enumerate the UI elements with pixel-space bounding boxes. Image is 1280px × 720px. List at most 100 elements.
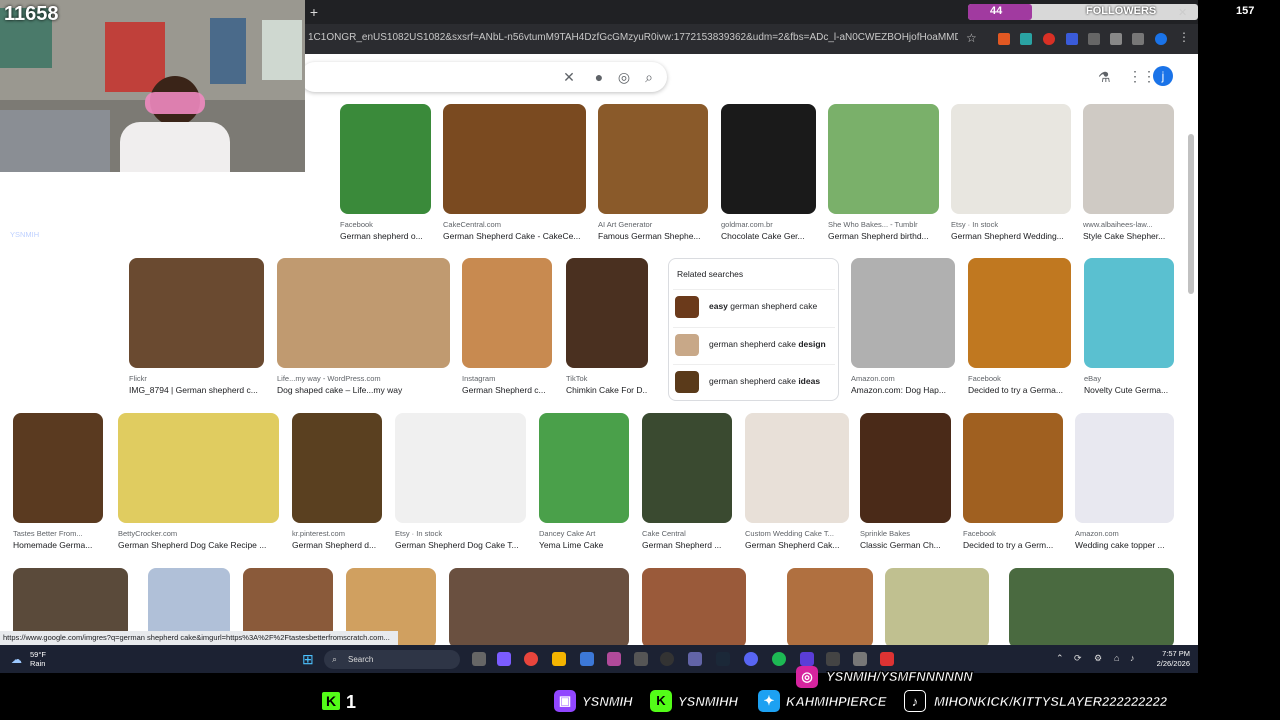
image-result[interactable]: Flickr IMG_8794 | German shepherd c... [129, 258, 264, 398]
extension-icon[interactable] [1088, 33, 1100, 45]
image-thumbnail[interactable] [787, 568, 873, 645]
image-source[interactable]: Etsy · In stock [395, 529, 526, 538]
image-caption[interactable]: Yema Lime Cake [539, 540, 629, 550]
discord-icon[interactable] [744, 652, 758, 666]
chevron-up-icon[interactable]: ⌃ [1056, 653, 1064, 664]
image-source[interactable]: Facebook [963, 529, 1063, 538]
apps-grid-icon[interactable]: ⋮⋮ [1128, 68, 1156, 85]
image-source[interactable]: Life...my way - WordPress.com [277, 374, 450, 383]
image-source[interactable]: Facebook [340, 220, 431, 229]
image-thumbnail[interactable] [13, 413, 103, 523]
store-icon[interactable] [580, 652, 594, 666]
image-thumbnail[interactable] [642, 568, 746, 645]
image-thumbnail[interactable] [968, 258, 1071, 368]
image-source[interactable]: Dancey Cake Art [539, 529, 629, 538]
image-caption[interactable]: Decided to try a Germa... [968, 385, 1071, 395]
new-tab-button[interactable]: + [307, 5, 321, 19]
image-result[interactable]: goldmar.com.br Chocolate Cake Ger... [721, 104, 816, 244]
image-caption[interactable]: Amazon.com: Dog Hap... [851, 385, 955, 395]
image-result[interactable]: Facebook German shepherd o... [340, 104, 431, 244]
mic-icon[interactable]: ● [590, 68, 608, 86]
image-caption[interactable]: Homemade Germa... [13, 540, 103, 550]
image-caption[interactable]: German Shepherd birthd... [828, 231, 939, 241]
extension-icon[interactable] [998, 33, 1010, 45]
image-thumbnail[interactable] [951, 104, 1071, 214]
task-view-icon[interactable] [472, 652, 486, 666]
image-result[interactable]: Custom Wedding Cake T... German Shepherd … [745, 413, 849, 553]
image-caption[interactable]: German Shepherd Wedding... [951, 231, 1071, 241]
app-icon[interactable] [880, 652, 894, 666]
image-thumbnail[interactable] [462, 258, 552, 368]
star-icon[interactable]: ☆ [966, 31, 977, 45]
clock[interactable]: 7:57 PM 2/26/2026 [1150, 649, 1190, 669]
scrollbar[interactable] [1188, 134, 1194, 294]
image-thumbnail[interactable] [566, 258, 648, 368]
image-result[interactable]: BettyCrocker.com German Shepherd Dog Cake… [118, 413, 279, 553]
sidebar-icon[interactable] [1132, 33, 1144, 45]
image-result[interactable]: Amazon.com Wedding cake topper ... [1075, 413, 1174, 553]
app-icon[interactable] [800, 652, 814, 666]
image-result[interactable] [885, 568, 989, 645]
chrome-icon[interactable] [524, 652, 538, 666]
image-source[interactable]: Amazon.com [1075, 529, 1174, 538]
image-result[interactable]: www.albaihees-law... Style Cake Shepher..… [1083, 104, 1174, 244]
image-thumbnail[interactable] [721, 104, 816, 214]
image-thumbnail[interactable] [642, 413, 732, 523]
image-caption[interactable]: German Shepherd d... [292, 540, 382, 550]
image-caption[interactable]: German shepherd o... [340, 231, 431, 241]
image-source[interactable]: Etsy · In stock [951, 220, 1071, 229]
search-icon[interactable]: ⌕ [640, 68, 658, 86]
extension-icon[interactable] [1020, 33, 1032, 45]
account-avatar[interactable]: j [1153, 66, 1173, 86]
image-caption[interactable]: Decided to try a Germ... [963, 540, 1063, 550]
image-thumbnail[interactable] [745, 413, 849, 523]
image-result[interactable] [787, 568, 873, 645]
image-thumbnail[interactable] [443, 104, 586, 214]
image-thumbnail[interactable] [395, 413, 526, 523]
image-thumbnail[interactable] [963, 413, 1063, 523]
image-source[interactable]: Flickr [129, 374, 264, 383]
close-icon[interactable]: ✕ [1178, 6, 1187, 19]
copilot-icon[interactable] [497, 652, 511, 666]
image-source[interactable]: AI Art Generator [598, 220, 708, 229]
profile-icon[interactable] [1155, 33, 1167, 45]
image-thumbnail[interactable] [449, 568, 629, 645]
image-caption[interactable]: Chimkin Cake For D... [566, 385, 648, 395]
image-source[interactable]: Tastes Better From... [13, 529, 103, 538]
image-caption[interactable]: Classic German Ch... [860, 540, 951, 550]
image-result[interactable]: Etsy · In stock German Shepherd Dog Cake … [395, 413, 526, 553]
labs-icon[interactable]: ⚗ [1098, 69, 1111, 86]
image-thumbnail[interactable] [1084, 258, 1174, 368]
extensions-puzzle-icon[interactable] [1110, 33, 1122, 45]
image-result[interactable]: Dancey Cake Art Yema Lime Cake [539, 413, 629, 553]
image-source[interactable]: kr.pinterest.com [292, 529, 382, 538]
image-thumbnail[interactable] [1075, 413, 1174, 523]
steam-icon[interactable] [716, 652, 730, 666]
search-box[interactable]: ✕ ● ◎ ⌕ [300, 62, 667, 92]
image-result[interactable] [449, 568, 629, 645]
file-explorer-icon[interactable] [552, 652, 566, 666]
teams-icon[interactable] [688, 652, 702, 666]
image-result[interactable]: Instagram German Shepherd c... [462, 258, 552, 398]
image-source[interactable]: Instagram [462, 374, 552, 383]
image-thumbnail[interactable] [277, 258, 450, 368]
image-caption[interactable]: German Shepherd Cak... [745, 540, 849, 550]
image-source[interactable]: goldmar.com.br [721, 220, 816, 229]
image-caption[interactable]: IMG_8794 | German shepherd c... [129, 385, 264, 395]
image-source[interactable]: Custom Wedding Cake T... [745, 529, 849, 538]
image-caption[interactable]: Chocolate Cake Ger... [721, 231, 816, 241]
image-thumbnail[interactable] [1083, 104, 1174, 214]
lens-icon[interactable]: ◎ [615, 68, 633, 86]
image-thumbnail[interactable] [860, 413, 951, 523]
image-thumbnail[interactable] [828, 104, 939, 214]
image-source[interactable]: Sprinkle Bakes [860, 529, 951, 538]
app-icon[interactable] [634, 652, 648, 666]
image-thumbnail[interactable] [1009, 568, 1174, 645]
tray-icon[interactable]: ⚙ [1094, 653, 1102, 664]
obs-icon[interactable] [660, 652, 674, 666]
image-result[interactable]: Life...my way - WordPress.com Dog shaped … [277, 258, 450, 398]
related-search-item[interactable]: easy german shepherd cake [673, 289, 835, 323]
related-search-item[interactable]: german shepherd cake design [673, 327, 835, 361]
image-result[interactable]: Tastes Better From... Homemade Germa... [13, 413, 103, 553]
spotify-icon[interactable] [772, 652, 786, 666]
